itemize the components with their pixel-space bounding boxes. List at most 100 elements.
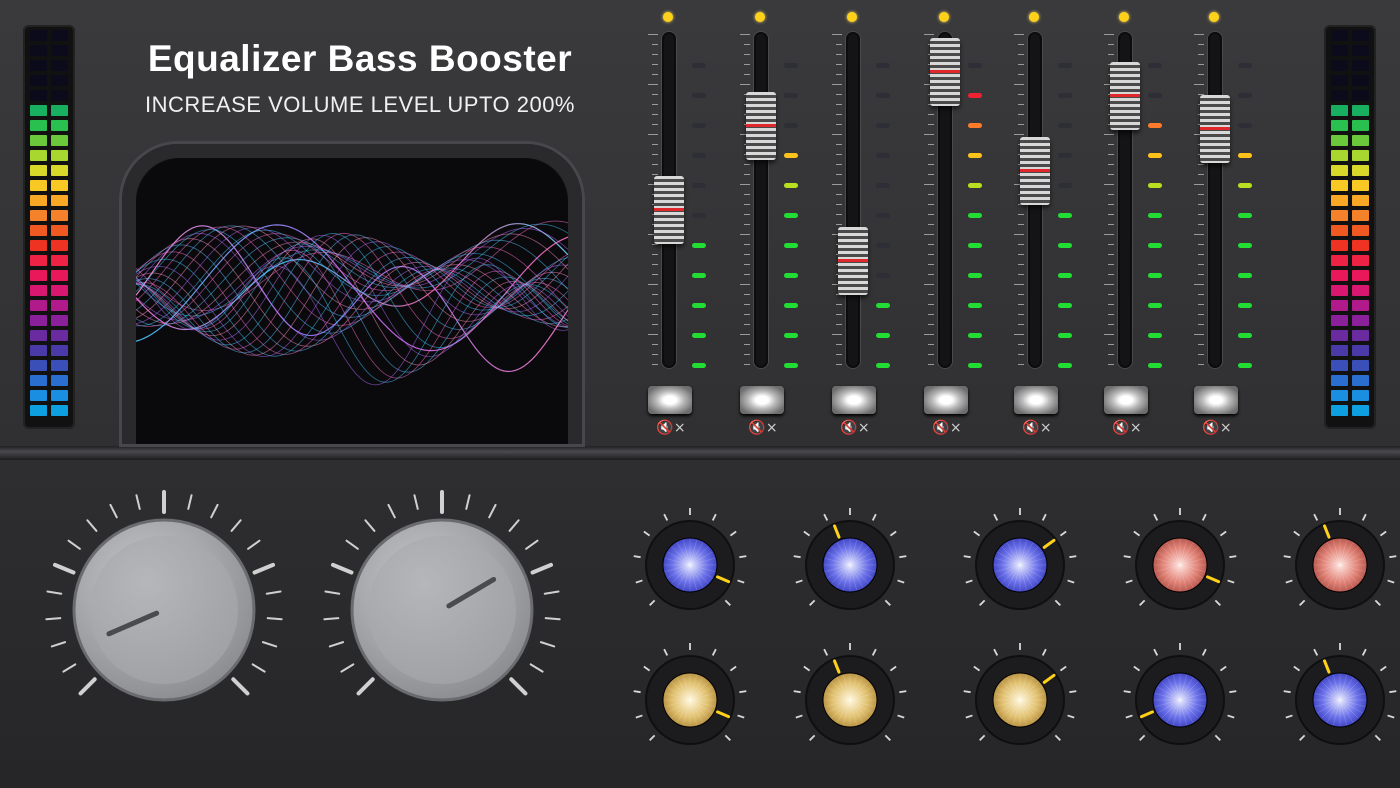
vu-segment <box>30 60 47 71</box>
mute-button[interactable] <box>1104 386 1148 414</box>
fader-scale-tick <box>836 214 842 215</box>
small-knob-blue[interactable] <box>630 505 750 625</box>
knob-scale-tick <box>1374 599 1381 606</box>
fader-scale-tick <box>1104 334 1114 335</box>
eq-fader-1[interactable]: 🔇× <box>632 0 724 445</box>
fader-scale-tick <box>1108 174 1114 175</box>
small-knob-blue[interactable] <box>1280 640 1400 760</box>
vu-segment <box>1331 165 1348 176</box>
knob-scale-tick <box>187 494 193 510</box>
fader-scale-tick <box>1018 354 1024 355</box>
mute-button[interactable] <box>924 386 968 414</box>
vu-segment <box>30 195 47 206</box>
fader-scale-tick <box>1198 224 1204 225</box>
small-knob-gold[interactable] <box>960 640 1080 760</box>
eq-fader-4[interactable]: 🔇× <box>908 0 1000 445</box>
mute-button[interactable] <box>740 386 784 414</box>
eq-fader-7[interactable]: 🔇× <box>1178 0 1270 445</box>
fader-scale-tick <box>1198 354 1204 355</box>
small-knob-red[interactable] <box>1280 505 1400 625</box>
mute-speaker-icon[interactable]: 🔇× <box>1112 420 1142 436</box>
app-title: Equalizer Bass Booster <box>147 38 573 79</box>
mute-button[interactable] <box>648 386 692 414</box>
eq-fader-2[interactable]: 🔇× <box>724 0 816 445</box>
fader-scale-tick <box>1014 334 1024 335</box>
vu-segment <box>1331 120 1348 131</box>
fader-scale-tick <box>1194 234 1204 235</box>
vu-segment <box>1331 330 1348 341</box>
knob-scale-tick <box>871 513 877 521</box>
mute-speaker-icon[interactable]: 🔇× <box>656 420 686 436</box>
knob-scale-tick <box>663 648 669 656</box>
fader-scale-tick <box>924 284 934 285</box>
small-knob-blue[interactable] <box>1120 640 1240 760</box>
fader-scale-tick <box>744 174 750 175</box>
knob-scale-tick <box>633 555 641 559</box>
fader-scale-tick <box>1194 284 1204 285</box>
vu-segment <box>1331 210 1348 221</box>
small-knob-blue[interactable] <box>790 505 910 625</box>
fader-scale-tick <box>836 194 842 195</box>
mute-speaker-icon[interactable]: 🔇× <box>1202 420 1232 436</box>
fader-handle[interactable] <box>1200 95 1230 163</box>
fader-scale-tick <box>928 194 934 195</box>
level-led <box>784 93 798 98</box>
knob-scale-tick <box>979 734 986 741</box>
vu-segment <box>51 405 68 416</box>
level-led <box>784 213 798 218</box>
vu-segment <box>1331 300 1348 311</box>
small-knob-blue[interactable] <box>960 505 1080 625</box>
knob-scale-tick <box>1214 599 1221 606</box>
knob-scale-tick <box>364 519 376 532</box>
fader-track[interactable] <box>754 32 768 368</box>
level-led <box>1058 63 1072 68</box>
knob-scale-tick <box>737 579 745 584</box>
eq-fader-5[interactable]: 🔇× <box>998 0 1090 445</box>
fader-scale-tick <box>1108 194 1114 195</box>
fader-scale-tick <box>652 264 658 265</box>
vu-segment <box>30 360 47 371</box>
eq-fader-3[interactable]: 🔇× <box>816 0 908 445</box>
knob-scale-tick <box>46 590 63 595</box>
mute-speaker-icon[interactable]: 🔇× <box>1022 420 1052 436</box>
fader-track[interactable] <box>1208 32 1222 368</box>
fader-scale-tick <box>928 214 934 215</box>
small-knob-gold[interactable] <box>790 640 910 760</box>
level-led <box>692 123 706 128</box>
vu-segment <box>1352 45 1369 56</box>
fader-scale-tick <box>1194 184 1204 185</box>
mute-button[interactable] <box>1014 386 1058 414</box>
fader-handle[interactable] <box>930 38 960 106</box>
fader-track[interactable] <box>846 32 860 368</box>
knob-scale-tick <box>1054 599 1061 606</box>
vu-segment <box>1352 135 1369 146</box>
mute-speaker-icon[interactable]: 🔇× <box>840 420 870 436</box>
small-knob-red[interactable] <box>1120 505 1240 625</box>
mute-speaker-icon[interactable]: 🔇× <box>748 420 778 436</box>
knob-scale-tick <box>1387 579 1395 584</box>
fader-handle[interactable] <box>746 92 776 160</box>
eq-fader-6[interactable]: 🔇× <box>1088 0 1180 445</box>
fader-scale-tick <box>652 94 658 95</box>
fader-scale-tick <box>1108 214 1114 215</box>
big-knob-bass[interactable] <box>44 490 284 730</box>
knob-scale-tick <box>539 641 556 648</box>
mute-speaker-icon[interactable]: 🔇× <box>932 420 962 436</box>
vu-segment <box>1331 90 1348 101</box>
fader-scale-tick <box>928 154 934 155</box>
level-led <box>1058 363 1072 368</box>
fader-handle[interactable] <box>838 227 868 295</box>
fader-handle[interactable] <box>1020 137 1050 205</box>
mute-button[interactable] <box>832 386 876 414</box>
fader-scale-tick <box>744 364 750 365</box>
fader-handle[interactable] <box>654 176 684 244</box>
mute-button[interactable] <box>1194 386 1238 414</box>
fader-handle[interactable] <box>1110 62 1140 130</box>
vu-segment <box>51 240 68 251</box>
small-knob-gold[interactable] <box>630 640 750 760</box>
knob-scale-tick <box>135 494 141 510</box>
vu-segment <box>30 300 47 311</box>
knob-scale-tick <box>973 530 981 537</box>
big-knob-volume[interactable] <box>322 490 562 730</box>
fader-scale-tick <box>652 74 658 75</box>
